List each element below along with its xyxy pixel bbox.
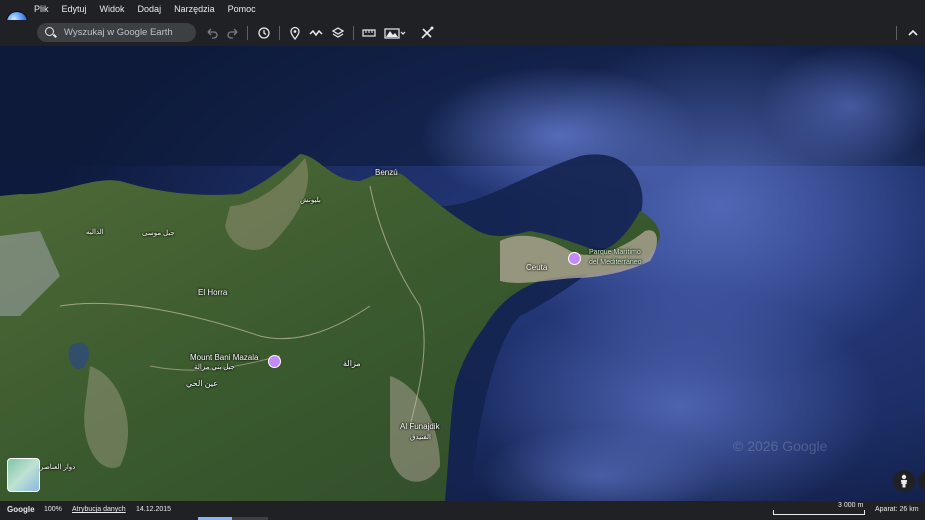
measure-icon[interactable] (420, 26, 434, 40)
map-label-ain-hayy[interactable]: عين الحي (186, 379, 218, 388)
menu-list: Plik Edytuj Widok Dodaj Narzędzia Pomoc (34, 4, 269, 14)
map-label-parque-1[interactable]: Parque Marítimo (589, 249, 641, 256)
map-label-benzu[interactable]: Benzú (375, 168, 398, 177)
map-label-al-funajdiq-ar[interactable]: الفنيدق (410, 433, 431, 441)
menu-add[interactable]: Dodaj (138, 4, 162, 14)
map-label-douar[interactable]: دوار العناصر (40, 463, 75, 471)
map-label-el-horra[interactable]: El Horra (198, 288, 227, 297)
map-label-mount-bani[interactable]: Mount Bani Mazala (190, 353, 258, 362)
menu-bar: Plik Edytuj Widok Dodaj Narzędzia Pomoc (0, 0, 925, 32)
toolbar-divider (247, 26, 248, 40)
toolbar-divider (353, 26, 354, 40)
search-input[interactable]: Wyszukaj w Google Earth (37, 23, 196, 42)
map-label-mount-bani-ar[interactable]: جبل بني مزالة (194, 363, 235, 371)
map-label-mzala[interactable]: مزالة (343, 359, 361, 368)
menu-help[interactable]: Pomoc (228, 4, 256, 14)
map-label-parque-2[interactable]: del Mediterráneo (589, 259, 642, 266)
scale-bar (773, 510, 865, 515)
imagery-date: 14.12.2015 (136, 506, 172, 513)
mountain-marker-icon[interactable] (268, 355, 281, 368)
map-label-ceuta[interactable]: Ceuta (526, 263, 547, 272)
map-label-dalia[interactable]: الداليه (86, 228, 104, 236)
satellite-map[interactable]: Benzú Ceuta Parque Marítimo del Mediterr… (0, 46, 925, 501)
redo-icon[interactable] (226, 26, 240, 40)
status-bar: Google 100% Atrybucja danych 14.12.2015 … (0, 501, 925, 520)
scale-label: 3 000 m (838, 502, 864, 509)
placemark-icon[interactable] (288, 26, 302, 40)
undo-icon[interactable] (205, 26, 219, 40)
capture-icon[interactable] (384, 26, 406, 40)
ruler-icon[interactable] (362, 26, 376, 40)
chevron-up-icon[interactable] (906, 26, 920, 40)
camera-altitude: Aparat: 26 km (875, 506, 919, 513)
place-marker-icon[interactable] (568, 252, 581, 265)
map-style-thumbnail[interactable] (7, 458, 40, 492)
menu-view[interactable]: Widok (100, 4, 125, 14)
history-icon[interactable] (257, 26, 271, 40)
map-imagery (0, 46, 925, 501)
path-icon[interactable] (309, 26, 323, 40)
menu-edit[interactable]: Edytuj (62, 4, 87, 14)
map-label-al-funajdiq[interactable]: Al Funajdik (400, 422, 440, 431)
menu-tools[interactable]: Narzędzia (174, 4, 215, 14)
map-label-belyounech[interactable]: بليونش (300, 196, 321, 204)
zoom-level: 100% (44, 506, 62, 513)
search-icon (45, 27, 54, 36)
menu-file[interactable]: Plik (34, 4, 49, 14)
pegman-icon (901, 474, 907, 488)
attribution-link[interactable]: Atrybucja danych (72, 506, 126, 513)
search-placeholder: Wyszukaj w Google Earth (64, 27, 173, 38)
google-brand: Google (7, 505, 35, 514)
toolbar-divider (896, 26, 897, 40)
layers-icon[interactable] (331, 26, 345, 40)
map-watermark: © 2026 Google (733, 438, 828, 454)
toolbar-divider (279, 26, 280, 40)
map-label-small[interactable]: جبل موسى (142, 229, 175, 237)
street-view-pegman-button[interactable] (893, 470, 915, 492)
